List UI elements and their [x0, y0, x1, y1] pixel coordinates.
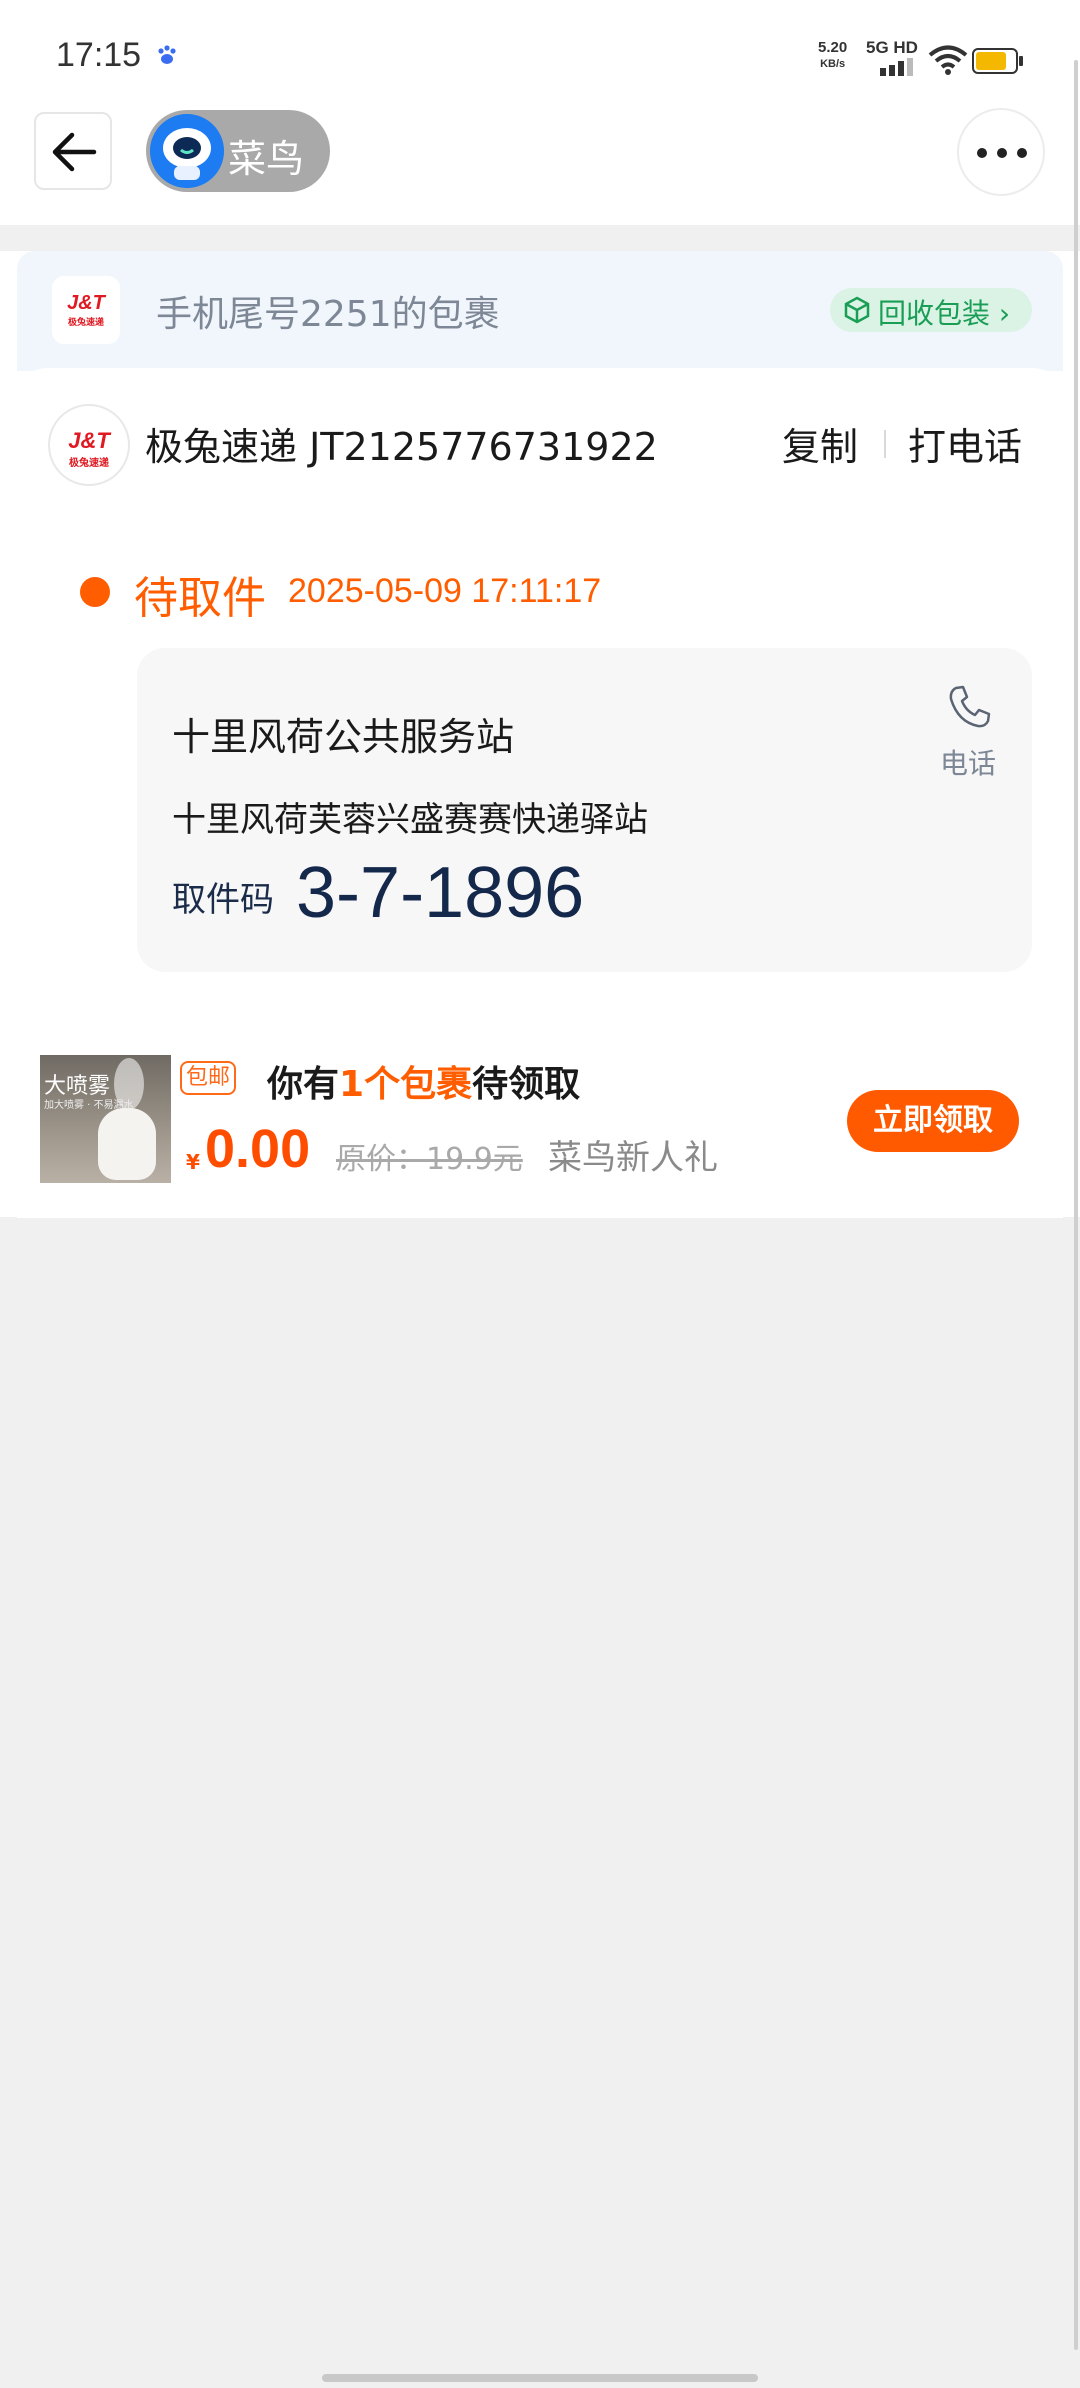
baidu-paw-icon	[158, 45, 176, 64]
call-courier-button[interactable]: 打电话	[908, 416, 1022, 471]
network-speed: 5.20 KB/s	[818, 39, 848, 71]
more-button[interactable]	[957, 108, 1045, 196]
signal-icon	[880, 58, 913, 76]
mini-program-title: 菜鸟	[228, 137, 305, 181]
claim-now-button[interactable]: 立即领取	[847, 1090, 1019, 1152]
scrollbar[interactable]	[1074, 60, 1078, 2350]
status-dot-icon	[80, 577, 110, 607]
station-detail: 十里风荷芙蓉兴盛赛赛快递驿站	[172, 800, 648, 840]
free-shipping-tag: 包邮	[180, 1061, 236, 1095]
recycle-label[interactable]: 回收包装 ›	[878, 292, 1010, 332]
separator	[884, 430, 886, 458]
divider	[0, 225, 1080, 251]
chevron-right-icon: ›	[990, 297, 1011, 330]
home-indicator[interactable]	[322, 2374, 758, 2382]
network-type: 5G HD	[866, 38, 918, 57]
cainiao-avatar-icon	[150, 114, 224, 188]
arrow-left-icon	[52, 132, 97, 172]
original-price: 原价：19.9元	[336, 1142, 523, 1177]
pickup-code: 3-7-1896	[296, 853, 585, 933]
status-time: 17:15	[56, 36, 142, 74]
pickup-code-label: 取件码	[172, 880, 274, 920]
phone-label[interactable]: 电话	[940, 742, 996, 782]
product-image-sub: 加大喷雾 · 不易漏水	[44, 1100, 134, 1111]
cube-recycle-icon	[844, 296, 870, 324]
battery-icon	[972, 48, 1023, 74]
wifi-icon	[928, 45, 968, 75]
package-header-title: 手机尾号2251的包裹	[156, 294, 500, 335]
back-button[interactable]	[34, 112, 112, 190]
promo-price: 0.00	[205, 1119, 311, 1179]
newbie-gift-label: 菜鸟新人礼	[548, 1138, 718, 1178]
jt-logo-icon: J&T 极兔速递	[52, 276, 120, 344]
phone-icon[interactable]	[944, 682, 994, 732]
station-name: 十里风荷公共服务站	[172, 715, 515, 759]
copy-button[interactable]: 复制	[782, 416, 858, 471]
currency-symbol: ¥	[186, 1150, 200, 1174]
more-dots-icon	[977, 148, 987, 158]
tracking-number: 极兔速递 JT2125776731922	[145, 425, 658, 469]
humidifier-graphic	[98, 1108, 156, 1180]
package-status: 待取件	[134, 573, 266, 624]
promo-title: 你有1个包裹待领取	[267, 1064, 581, 1105]
courier-logo-icon: J&T 极兔速递	[48, 404, 130, 486]
status-timestamp: 2025-05-09 17:11:17	[288, 572, 602, 610]
